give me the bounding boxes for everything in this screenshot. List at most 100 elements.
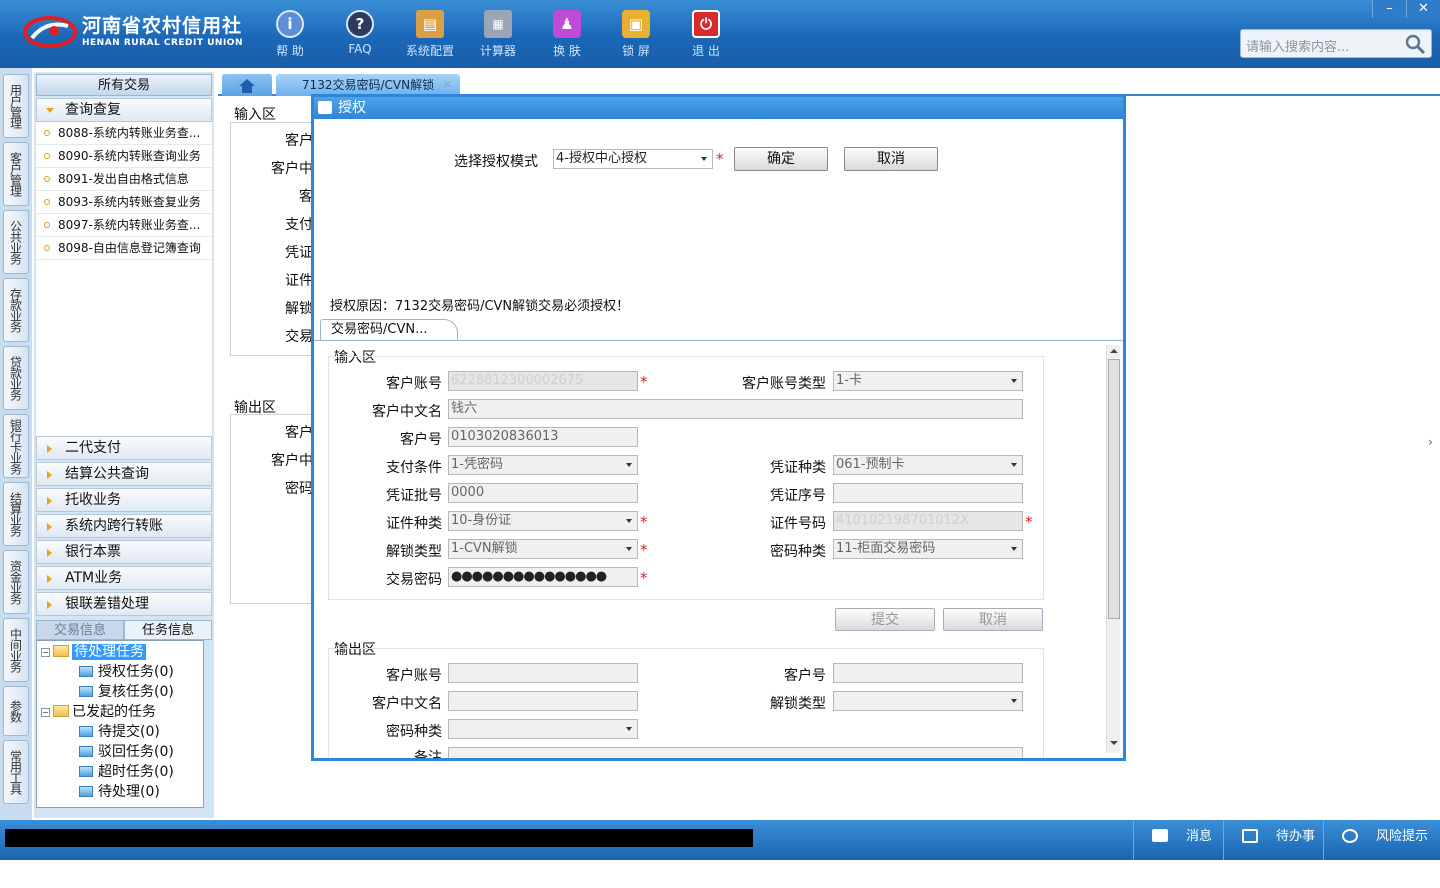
out-account-field[interactable] [448, 663, 638, 683]
vtab-user-management[interactable]: 用户管理 [3, 74, 29, 138]
out-customer-no-field[interactable] [833, 663, 1023, 683]
file-icon [79, 726, 93, 737]
category-item[interactable]: 结算公共查询 [36, 462, 212, 486]
home-icon [318, 101, 332, 114]
unlock-type-select[interactable]: 1-CVN解锁 [448, 539, 638, 559]
vtab-settlement[interactable]: 结算业务 [3, 482, 29, 546]
inner-tab[interactable]: 交易密码/CVN... [320, 319, 458, 341]
cancel-button[interactable]: 取消 [844, 147, 938, 171]
pwd-type-select[interactable]: 11-柜面交易密码 [833, 539, 1023, 559]
customer-no-field[interactable]: 0103020836013 [448, 427, 638, 447]
list-item[interactable]: 8093-系统内转账查复业务 [36, 191, 212, 214]
todo-button[interactable]: 待办事项 [1223, 820, 1323, 878]
confirm-button[interactable]: 确定 [734, 147, 828, 171]
vtab-intermediary[interactable]: 中间业务 [3, 618, 29, 682]
tree-node[interactable]: 待提交(0) [79, 723, 160, 741]
cancel2-button[interactable]: 取消 [943, 608, 1043, 631]
id-no-field[interactable]: 410102198701012X [833, 511, 1023, 531]
risk-icon [1342, 829, 1358, 843]
category-item[interactable]: 二代支付 [36, 436, 212, 460]
lock-screen-button[interactable]: ▣ 锁 屏 [606, 8, 666, 59]
close-window-button[interactable]: ✕ [1406, 0, 1440, 18]
chevron-right-icon [47, 601, 52, 609]
search-input[interactable]: 请输入搜索内容... [1246, 36, 1349, 55]
voucher-seq-field[interactable] [833, 483, 1023, 503]
tree-node-initiated[interactable]: 已发起的任务 [72, 704, 156, 720]
help-icon: i [276, 10, 304, 38]
search-icon[interactable] [1403, 32, 1427, 56]
bg-label: 支付 [285, 217, 313, 233]
faq-icon: ? [346, 10, 374, 38]
submit-button[interactable]: 提交 [835, 608, 935, 631]
system-config-button[interactable]: ▤ 系统配置 [400, 8, 460, 59]
category-item[interactable]: 银行本票 [36, 540, 212, 564]
id-type-select[interactable]: 10-身份证 [448, 511, 638, 531]
dialog-scrollbar[interactable] [1106, 345, 1120, 753]
system-config-icon: ▤ [416, 10, 444, 38]
vtab-loan[interactable]: 贷款业务 [3, 346, 29, 410]
voucher-batch-field[interactable]: 0000 [448, 483, 638, 503]
search-box[interactable]: 请输入搜索内容... [1240, 29, 1432, 58]
vtab-funds[interactable]: 资金业务 [3, 550, 29, 614]
vtab-deposit[interactable]: 存款业务 [3, 278, 29, 342]
skin-button[interactable]: ♟ 换 肤 [537, 8, 597, 59]
list-item[interactable]: 8090-系统内转账查询业务 [36, 145, 212, 168]
vtab-customer-management[interactable]: 客户管理 [3, 142, 29, 206]
tab-task-info[interactable]: 任务信息 [124, 620, 212, 640]
voucher-type-select[interactable]: 061-预制卡 [833, 455, 1023, 475]
label-remark: 备注 [414, 750, 442, 758]
calculator-icon: ▦ [484, 10, 512, 38]
tab-transaction-info[interactable]: 交易信息 [36, 620, 124, 640]
exit-button[interactable]: ⏻ 退 出 [676, 8, 736, 59]
out-cn-name-field[interactable] [448, 691, 638, 711]
label-unlock-type: 解锁类型 [386, 544, 442, 560]
chevron-right-icon [47, 523, 52, 531]
auth-mode-select[interactable]: 4-授权中心授权 [553, 149, 713, 169]
category-query[interactable]: 查询查复 [36, 98, 212, 122]
vtab-bank-card[interactable]: 银行卡业务 [3, 414, 29, 478]
tree-node[interactable]: 超时任务(0) [79, 763, 174, 781]
auth-mode-label: 选择授权模式 [454, 154, 538, 170]
vtab-public-business[interactable]: 公共业务 [3, 210, 29, 274]
logo-title: 河南省农村信用社 [82, 15, 243, 37]
remark-field[interactable] [448, 747, 1023, 758]
calculator-button[interactable]: ▦ 计算器 [468, 8, 528, 59]
risk-alert-button[interactable]: 风险提示 [1323, 820, 1440, 860]
vtab-common-tools[interactable]: 常用工具 [3, 740, 29, 804]
tab-7132[interactable]: 7132交易密码/CVN解锁 ✕ [276, 74, 460, 96]
list-item[interactable]: 8088-系统内转账业务查... [36, 122, 212, 145]
account-field[interactable]: 6228812300002675 [448, 371, 638, 391]
list-item[interactable]: 8097-系统内转账业务查... [36, 214, 212, 237]
category-item[interactable]: 系统内跨行转账 [36, 514, 212, 538]
txn-pwd-field[interactable]: ●●●●●●●●●●●●●●● [448, 567, 638, 587]
label-pay-cond: 支付条件 [386, 460, 442, 476]
out-unlock-type-select[interactable] [833, 691, 1023, 711]
cn-name-field[interactable]: 钱六 [448, 399, 1023, 419]
scroll-thumb[interactable] [1108, 359, 1120, 619]
list-item[interactable]: 8098-自由信息登记簿查询 [36, 237, 212, 260]
bg-label: 证件 [285, 273, 313, 289]
tree-node-pending[interactable]: 待处理任务 [72, 644, 146, 660]
pay-cond-select[interactable]: 1-凭密码 [448, 455, 638, 475]
out-pwd-type-select[interactable] [448, 719, 638, 739]
close-icon[interactable]: ✕ [443, 74, 452, 96]
category-item[interactable]: 银联差错处理 [36, 592, 212, 616]
expand-right-icon[interactable]: › [1428, 422, 1440, 462]
list-item[interactable]: 8091-发出自由格式信息 [36, 168, 212, 191]
help-button[interactable]: i帮 助 [260, 8, 320, 59]
tab-home[interactable] [222, 74, 272, 96]
account-type-select[interactable]: 1-卡 [833, 371, 1023, 391]
category-item[interactable]: ATM业务 [36, 566, 212, 590]
faq-button[interactable]: ? FAQ [330, 8, 390, 56]
tree-node[interactable]: 待处理(0) [79, 783, 160, 801]
tree-node[interactable]: 驳回任务(0) [79, 743, 174, 761]
category-item[interactable]: 托收业务 [36, 488, 212, 512]
tree-node[interactable]: 复核任务(0) [79, 683, 174, 701]
label-id-no: 证件号码 [770, 516, 826, 532]
scroll-down-icon [1110, 741, 1118, 745]
vtab-parameters[interactable]: 参数 [3, 686, 29, 736]
tree-node[interactable]: 授权任务(0) [79, 663, 174, 681]
messages-button[interactable]: 消息 [1133, 820, 1223, 860]
chevron-down-icon [46, 108, 54, 113]
minimize-button[interactable]: – [1372, 0, 1406, 18]
